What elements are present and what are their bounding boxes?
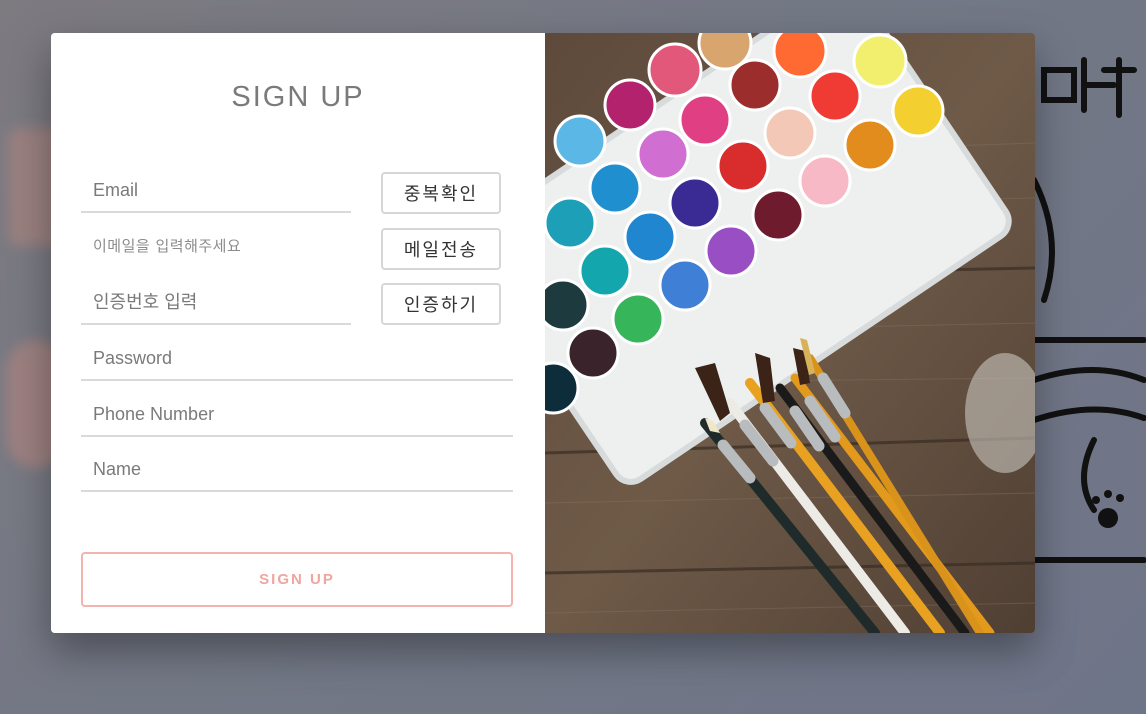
page-title: SIGN UP: [231, 81, 365, 113]
email-field[interactable]: [81, 169, 351, 213]
watercolor-palette-and-brushes-photo: [545, 33, 1035, 633]
signup-modal: SIGN UP 중복확인 이메일을 입력해주세요 메일전송 인증하기 SIGN …: [51, 33, 1035, 633]
background-doodle-illustration: [1034, 57, 1146, 563]
phone-number-field[interactable]: [81, 393, 513, 437]
send-mail-button[interactable]: 메일전송: [381, 228, 501, 270]
watercolor-palette-image: [545, 33, 1035, 633]
sign-up-button[interactable]: SIGN UP: [81, 552, 513, 607]
verify-button[interactable]: 인증하기: [381, 283, 501, 325]
password-field[interactable]: [81, 337, 513, 381]
verification-code-field[interactable]: [81, 281, 351, 325]
signup-form: SIGN UP 중복확인 이메일을 입력해주세요 메일전송 인증하기 SIGN …: [51, 33, 545, 633]
name-field[interactable]: [81, 448, 513, 492]
email-hint-text: 이메일을 입력해주세요: [93, 237, 242, 255]
check-duplicate-button[interactable]: 중복확인: [381, 172, 501, 214]
